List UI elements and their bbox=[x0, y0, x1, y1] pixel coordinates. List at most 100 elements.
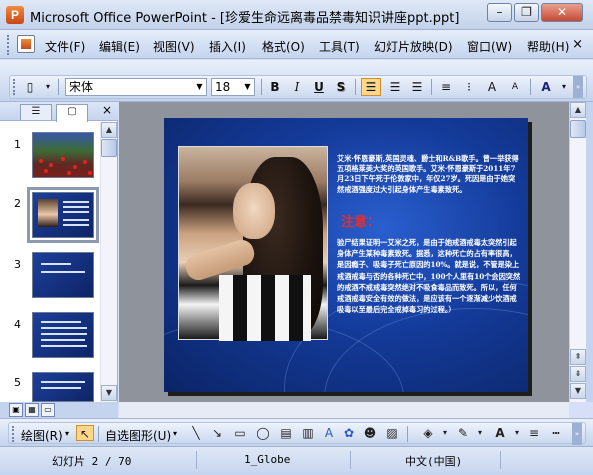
slide-sorter-view-icon[interactable]: ▦ bbox=[25, 403, 39, 417]
new-document-icon[interactable]: ▯ bbox=[20, 78, 40, 96]
close-button[interactable]: ✕ bbox=[541, 3, 583, 22]
toolbar-overflow-icon[interactable]: » bbox=[572, 423, 582, 445]
menu-grip[interactable] bbox=[7, 35, 10, 55]
menu-format[interactable]: 格式(O) bbox=[262, 38, 305, 55]
slide-thumbnails: 1 2 3 4 5 bbox=[0, 122, 100, 402]
toolbar-separator bbox=[98, 426, 99, 442]
diagram-icon[interactable]: ✿ bbox=[340, 425, 358, 441]
minimize-button[interactable]: – bbox=[487, 3, 512, 22]
title-bar: P Microsoft Office PowerPoint - [珍爱生命远离毒… bbox=[0, 0, 593, 30]
italic-button[interactable]: I bbox=[287, 78, 307, 96]
powerpoint-icon[interactable]: P bbox=[6, 6, 24, 24]
chevron-down-icon[interactable]: ▾ bbox=[65, 429, 69, 438]
font-name-combo[interactable]: 宋体 ▼ bbox=[65, 78, 207, 96]
toolbar-grip[interactable] bbox=[13, 79, 16, 95]
previous-slide-icon[interactable]: ⇞ bbox=[570, 349, 586, 365]
numbered-list-icon[interactable]: ≡ bbox=[436, 78, 456, 96]
outline-tab-icon[interactable]: ☰ bbox=[20, 104, 52, 120]
wordart-icon[interactable]: A bbox=[320, 425, 338, 441]
scroll-thumb[interactable] bbox=[101, 139, 117, 157]
line-icon[interactable]: ╲ bbox=[187, 425, 205, 441]
language-status: 中文(中国) bbox=[405, 455, 463, 468]
menu-insert[interactable]: 插入(I) bbox=[209, 38, 246, 55]
menu-view[interactable]: 视图(V) bbox=[153, 38, 195, 55]
singer-photo[interactable] bbox=[178, 146, 328, 341]
autoshapes-button[interactable]: 自选图形(U) bbox=[105, 427, 171, 444]
increase-font-icon[interactable]: A bbox=[482, 78, 502, 96]
chevron-down-icon[interactable]: ▾ bbox=[508, 425, 526, 441]
decrease-font-icon[interactable]: A bbox=[505, 78, 525, 96]
slide-position-status: 幻灯片 2 / 70 bbox=[52, 455, 132, 468]
picture-icon[interactable]: ▨ bbox=[383, 425, 401, 441]
fill-color-icon[interactable]: ◈ bbox=[419, 425, 437, 441]
scroll-up-icon[interactable]: ▲ bbox=[570, 102, 586, 118]
slide-thumbnail-3[interactable] bbox=[32, 252, 94, 298]
line-color-icon[interactable]: ✎ bbox=[454, 425, 472, 441]
slide-thumbnail-4[interactable] bbox=[32, 312, 94, 358]
chevron-down-icon[interactable]: ▼ bbox=[242, 80, 253, 94]
font-color-icon[interactable]: A bbox=[491, 425, 509, 441]
menu-slideshow[interactable]: 幻灯片放映(D) bbox=[374, 38, 453, 55]
document-icon[interactable] bbox=[17, 35, 35, 53]
chevron-down-icon[interactable]: ▾ bbox=[436, 425, 454, 441]
drawing-toolbar: 绘图(R) ▾ ↖ 自选图形(U) ▾ ╲ ↘ ▭ ◯ ▤ ▥ A ✿ ☻ ▨ … bbox=[0, 418, 593, 446]
close-pane-button[interactable]: × bbox=[102, 103, 112, 117]
bullet-list-icon[interactable]: ⁝ bbox=[459, 78, 479, 96]
chevron-down-icon[interactable]: ▾ bbox=[173, 429, 177, 438]
chevron-down-icon[interactable]: ▾ bbox=[471, 425, 489, 441]
toolbar-grip[interactable] bbox=[12, 426, 15, 442]
toolbar-separator bbox=[355, 79, 356, 95]
align-right-icon[interactable]: ☰ bbox=[407, 78, 427, 96]
align-left-icon[interactable]: ☰ bbox=[361, 78, 381, 96]
vertical-textbox-icon[interactable]: ▥ bbox=[299, 425, 317, 441]
oval-icon[interactable]: ◯ bbox=[254, 425, 272, 441]
scroll-down-icon[interactable]: ▼ bbox=[570, 383, 586, 399]
slide-number: 1 bbox=[14, 138, 21, 151]
slide-thumbnail-2[interactable] bbox=[27, 187, 99, 243]
align-center-icon[interactable]: ☰ bbox=[385, 78, 405, 96]
shadow-button[interactable]: S bbox=[331, 78, 351, 96]
clipart-icon[interactable]: ☻ bbox=[361, 425, 379, 441]
font-size-combo[interactable]: 18 ▼ bbox=[211, 78, 255, 96]
toolbar-separator bbox=[431, 79, 432, 95]
restore-button[interactable]: ❐ bbox=[514, 3, 539, 22]
bold-button[interactable]: B bbox=[265, 78, 285, 96]
horizontal-scrollbar[interactable] bbox=[119, 402, 569, 418]
normal-view-icon[interactable]: ▣ bbox=[9, 403, 23, 417]
slide-editing-area: 艾米·怀恩豪斯,英国灵魂、爵士和R&B歌手。曾一举获得五项格莱美大奖的英国歌手。… bbox=[119, 102, 569, 402]
chevron-down-icon[interactable]: ▾ bbox=[554, 78, 574, 96]
slideshow-view-icon[interactable]: ▭ bbox=[41, 403, 55, 417]
slide-thumbnail-5[interactable] bbox=[32, 372, 94, 402]
slide-paragraph-2[interactable]: 验尸结果证明一艾米之死，是由于她戒酒戒毒太突然引起身体产生某种毒素致死。据悉，这… bbox=[337, 237, 523, 315]
slide-vertical-scrollbar[interactable]: ▲ ⇞ ⇟ ▼ bbox=[569, 102, 586, 402]
scroll-thumb[interactable] bbox=[570, 120, 586, 138]
toolbar-overflow-icon[interactable]: » bbox=[573, 76, 583, 98]
arrow-icon[interactable]: ↘ bbox=[208, 425, 226, 441]
scroll-up-icon[interactable]: ▲ bbox=[101, 122, 117, 138]
thumbnail-scrollbar[interactable]: ▲ ▼ bbox=[100, 122, 117, 402]
scroll-down-icon[interactable]: ▼ bbox=[101, 385, 117, 401]
menu-tools[interactable]: 工具(T) bbox=[319, 38, 360, 55]
close-document-button[interactable]: × bbox=[572, 37, 583, 52]
menu-file[interactable]: 文件(F) bbox=[45, 38, 85, 55]
textbox-icon[interactable]: ▤ bbox=[277, 425, 295, 441]
menu-help[interactable]: 帮助(H) bbox=[527, 38, 569, 55]
dash-style-icon[interactable]: ┅ bbox=[547, 425, 565, 441]
line-style-icon[interactable]: ≡ bbox=[525, 425, 543, 441]
formatting-toolbar: ▯ ▾ 宋体 ▼ 18 ▼ B I U S ☰ ☰ ☰ ≡ ⁝ A A A ▾ … bbox=[0, 60, 593, 102]
menu-window[interactable]: 窗口(W) bbox=[467, 38, 512, 55]
rectangle-icon[interactable]: ▭ bbox=[231, 425, 249, 441]
underline-button[interactable]: U bbox=[309, 78, 329, 96]
slide-paragraph-1[interactable]: 艾米·怀恩豪斯,英国灵魂、爵士和R&B歌手。曾一举获得五项格莱美大奖的英国歌手。… bbox=[337, 154, 521, 195]
select-pointer-icon[interactable]: ↖ bbox=[76, 425, 94, 441]
next-slide-icon[interactable]: ⇟ bbox=[570, 366, 586, 382]
menu-edit[interactable]: 编辑(E) bbox=[99, 38, 140, 55]
draw-menu-button[interactable]: 绘图(R) bbox=[21, 427, 63, 444]
current-slide[interactable]: 艾米·怀恩豪斯,英国灵魂、爵士和R&B歌手。曾一举获得五项格莱美大奖的英国歌手。… bbox=[164, 118, 528, 392]
slide-note-title[interactable]: 注意： bbox=[341, 211, 380, 230]
chevron-down-icon[interactable]: ▼ bbox=[194, 80, 205, 94]
toolbar-options-icon[interactable]: ▾ bbox=[38, 78, 58, 96]
slides-tab-icon[interactable]: ▢ bbox=[56, 104, 88, 122]
font-color-button[interactable]: A bbox=[536, 78, 556, 96]
slide-thumbnail-1[interactable] bbox=[32, 132, 94, 178]
